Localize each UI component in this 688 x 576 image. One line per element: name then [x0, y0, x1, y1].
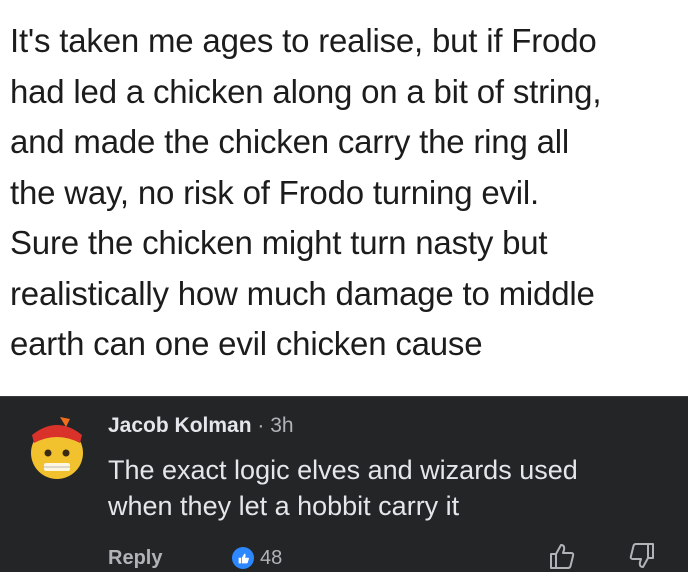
- avatar[interactable]: [22, 413, 92, 483]
- comment-text-line: when they let a hobbit carry it: [108, 491, 460, 521]
- upvote-button[interactable]: [548, 541, 576, 571]
- post-text-line: earth can one evil chicken cause: [10, 325, 483, 362]
- reply-button[interactable]: Reply: [108, 547, 162, 570]
- thumb-up-icon: [550, 544, 575, 569]
- comment-text-line: The exact logic elves and wizards used: [108, 455, 578, 485]
- comment-header: Jacob Kolman · 3h: [108, 414, 294, 438]
- comment-text: The exact logic elves and wizards used w…: [108, 452, 678, 524]
- comment-time[interactable]: 3h: [270, 414, 293, 437]
- reaction-count: 48: [260, 547, 283, 569]
- post-text-line: and made the chicken carry the ring all: [10, 123, 570, 160]
- like-reaction-icon: [232, 547, 254, 569]
- post-text-line: the way, no risk of Frodo turning evil.: [10, 173, 539, 211]
- comment-actions: Reply 48: [108, 543, 668, 573]
- thumb-down-icon: [629, 543, 654, 568]
- post-text-line: had led a chicken along on a bit of stri…: [10, 72, 602, 110]
- separator: ·: [251, 414, 271, 437]
- post-text: It's taken me ages to realise, but if Fr…: [10, 16, 680, 370]
- post-text-line: realistically how much damage to middle: [10, 274, 595, 312]
- post-text-line: Sure the chicken might turn nasty but: [10, 224, 548, 261]
- avatar-emoji-icon: [31, 417, 83, 479]
- original-post: It's taken me ages to realise, but if Fr…: [0, 0, 688, 396]
- author-name[interactable]: Jacob Kolman: [108, 414, 252, 437]
- post-text-line: It's taken me ages to realise, but if Fr…: [10, 22, 597, 59]
- comment: Jacob Kolman · 3h The exact logic elves …: [0, 396, 688, 572]
- downvote-button[interactable]: [628, 541, 656, 571]
